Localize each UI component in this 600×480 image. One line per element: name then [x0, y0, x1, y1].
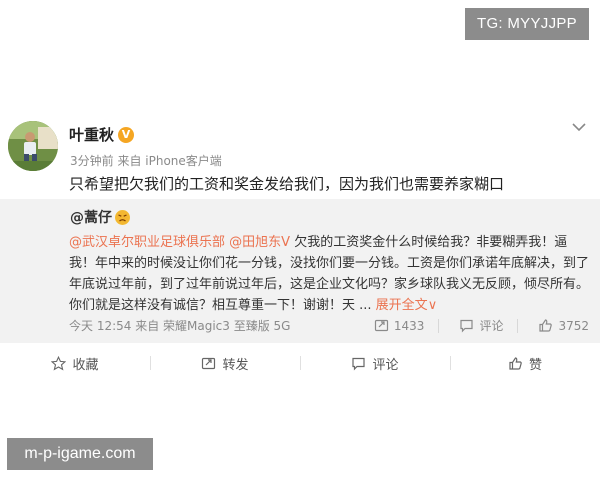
- post-meta: 3分钟前 来自 iPhone客户端: [70, 154, 222, 168]
- author-name[interactable]: 叶重秋: [69, 124, 114, 145]
- post-author[interactable]: 叶重秋 V: [69, 124, 135, 145]
- repost-author[interactable]: @蒿仔: [70, 207, 130, 227]
- like-button[interactable]: 赞: [450, 343, 600, 383]
- repost-card[interactable]: @蒿仔 @武汉卓尔职业足球俱乐部 @田旭东V 欠我的工资奖金什么时候给我？非要糊…: [0, 199, 600, 343]
- watermark-bottom-left: m-p-igame.com: [7, 438, 153, 470]
- divider: [438, 318, 440, 333]
- avatar[interactable]: [8, 121, 58, 171]
- like-label: 赞: [528, 357, 542, 373]
- repost-label: 转发: [222, 357, 249, 373]
- repost-comments[interactable]: 评论: [459, 317, 503, 334]
- comment-label: 评论: [372, 357, 399, 373]
- favorite-button[interactable]: 收藏: [0, 343, 150, 383]
- post-text: 只希望把欠我们的工资和奖金发给我们，因为我们也需要养家糊口: [69, 175, 505, 193]
- repost-icon: [202, 357, 216, 369]
- thumbs-up-icon: [539, 319, 553, 332]
- action-bar: 收藏 转发 评论 赞: [0, 343, 600, 383]
- comment-button[interactable]: 评论: [300, 343, 450, 383]
- divider: [517, 318, 519, 333]
- verified-badge-icon: V: [118, 126, 135, 143]
- comments-label: 评论: [479, 319, 504, 333]
- favorite-label: 收藏: [72, 357, 99, 373]
- watermark-top-right: TG: MYYJJPP: [465, 8, 589, 40]
- star-icon: [51, 355, 67, 371]
- comment-icon: [352, 357, 366, 370]
- repost-button[interactable]: 转发: [150, 343, 300, 383]
- expand-full-text-link[interactable]: 展开全文∨: [376, 298, 438, 313]
- expand-label: 展开全文: [375, 298, 428, 313]
- repost-count: 1433: [393, 318, 425, 333]
- likes-count: 3752: [558, 318, 589, 333]
- comment-icon: [460, 319, 474, 333]
- repost-repost-count[interactable]: 1433: [374, 318, 425, 333]
- avatar-image: [8, 121, 58, 171]
- expand-arrow-icon: ∨: [427, 298, 438, 313]
- repost-footer-meta: 今天 12:54 来自 荣耀Magic3 至臻版 5G: [69, 319, 291, 333]
- repost-icon: [374, 319, 388, 332]
- thumbs-up-icon: [509, 356, 522, 370]
- repost-footer: 今天 12:54 来自 荣耀Magic3 至臻版 5G 1433 评论 3752: [69, 317, 589, 334]
- mention-user[interactable]: @田旭东V: [229, 235, 290, 250]
- chevron-down-icon[interactable]: [571, 121, 587, 133]
- mention-club[interactable]: @武汉卓尔职业足球俱乐部: [69, 235, 225, 250]
- repost-body: @武汉卓尔职业足球俱乐部 @田旭东V 欠我的工资奖金什么时候给我？非要糊弄我！逼…: [69, 232, 591, 316]
- repost-author-name[interactable]: @蒿仔: [70, 207, 112, 227]
- repost-likes[interactable]: 3752: [538, 318, 589, 333]
- angry-face-emoji-icon: [115, 209, 130, 225]
